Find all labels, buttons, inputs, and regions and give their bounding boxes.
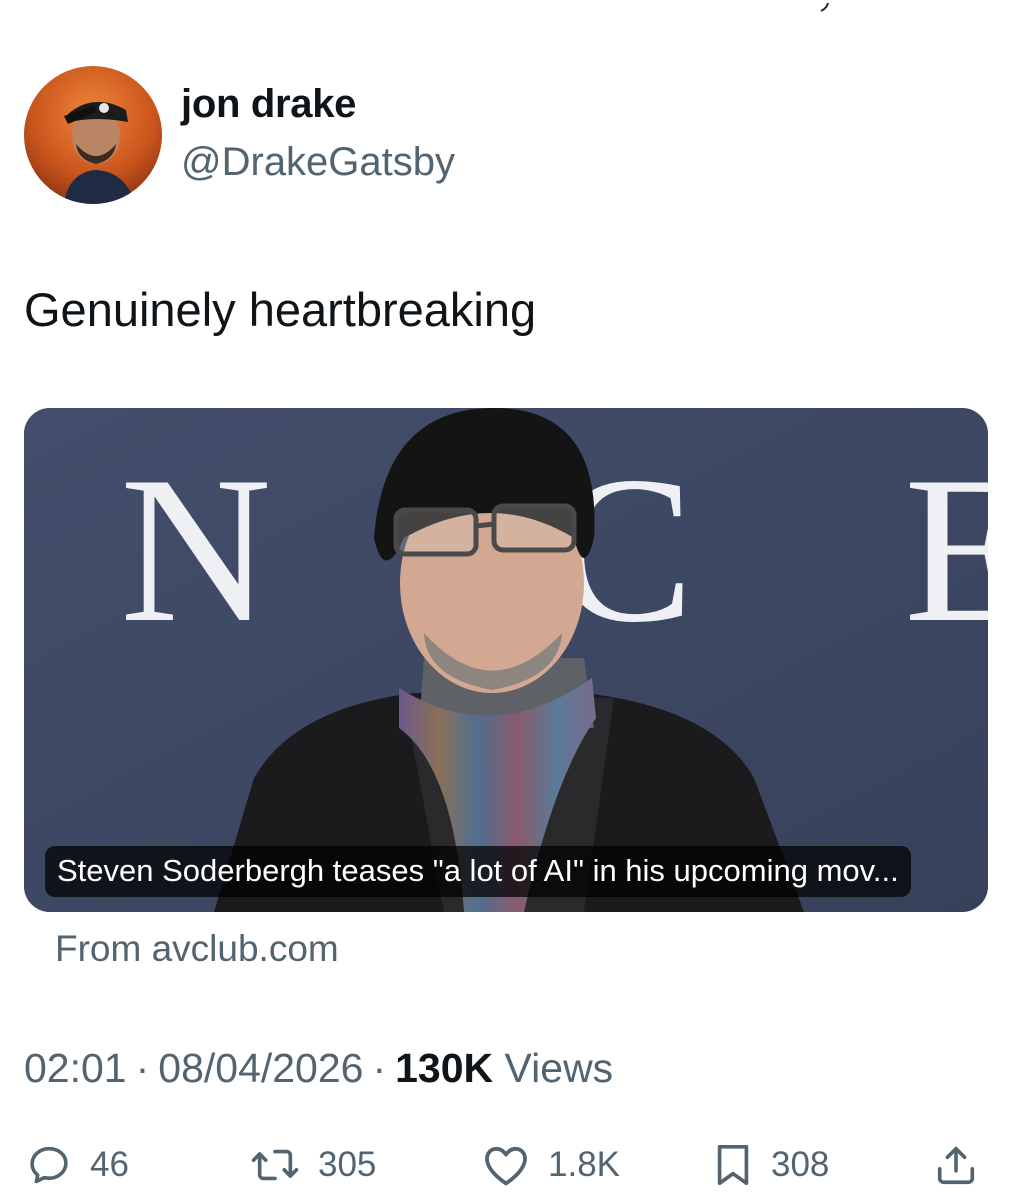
views-label[interactable]: Views (505, 1045, 614, 1091)
like-button[interactable]: 1.8K (482, 1135, 620, 1195)
backdrop-letter-e: E (904, 434, 988, 666)
author-handle[interactable]: @DrakeGatsby (181, 140, 455, 185)
share-button[interactable] (933, 1135, 979, 1195)
tweet-date[interactable]: 08/04/2026 (158, 1045, 363, 1091)
scroll-edge-mark (818, 0, 832, 12)
views-count[interactable]: 130K (395, 1045, 493, 1091)
reply-button[interactable]: 46 (26, 1135, 129, 1195)
reply-count: 46 (90, 1145, 129, 1184)
retweet-button[interactable]: 305 (250, 1135, 376, 1195)
link-card-image: N C E (24, 408, 988, 912)
reply-icon (26, 1142, 72, 1188)
bookmark-icon (713, 1142, 753, 1188)
bookmark-count: 308 (771, 1145, 830, 1184)
backdrop-letter-n: N (120, 434, 272, 666)
meta-separator: · (372, 1045, 387, 1091)
tweet-actions-bar: 46 305 1.8K 308 (0, 1135, 1013, 1195)
heart-icon (482, 1142, 530, 1188)
author-avatar[interactable] (24, 66, 162, 204)
like-count: 1.8K (548, 1145, 620, 1184)
tweet-meta: 02:01 · 08/04/2026 · 130K Views (24, 1045, 613, 1092)
share-icon (933, 1142, 979, 1188)
meta-separator: · (135, 1045, 150, 1091)
link-card-source[interactable]: From avclub.com (55, 928, 339, 970)
retweet-icon (250, 1142, 300, 1188)
author-display-name[interactable]: jon drake (181, 82, 356, 127)
bookmark-button[interactable]: 308 (713, 1135, 829, 1195)
retweet-count: 305 (318, 1145, 377, 1184)
link-card[interactable]: N C E Steven Soderbergh teases "a lot of… (24, 408, 988, 912)
tweet-text: Genuinely heartbreaking (24, 283, 537, 336)
tweet-time[interactable]: 02:01 (24, 1045, 127, 1091)
link-card-title[interactable]: Steven Soderbergh teases "a lot of AI" i… (45, 846, 911, 897)
